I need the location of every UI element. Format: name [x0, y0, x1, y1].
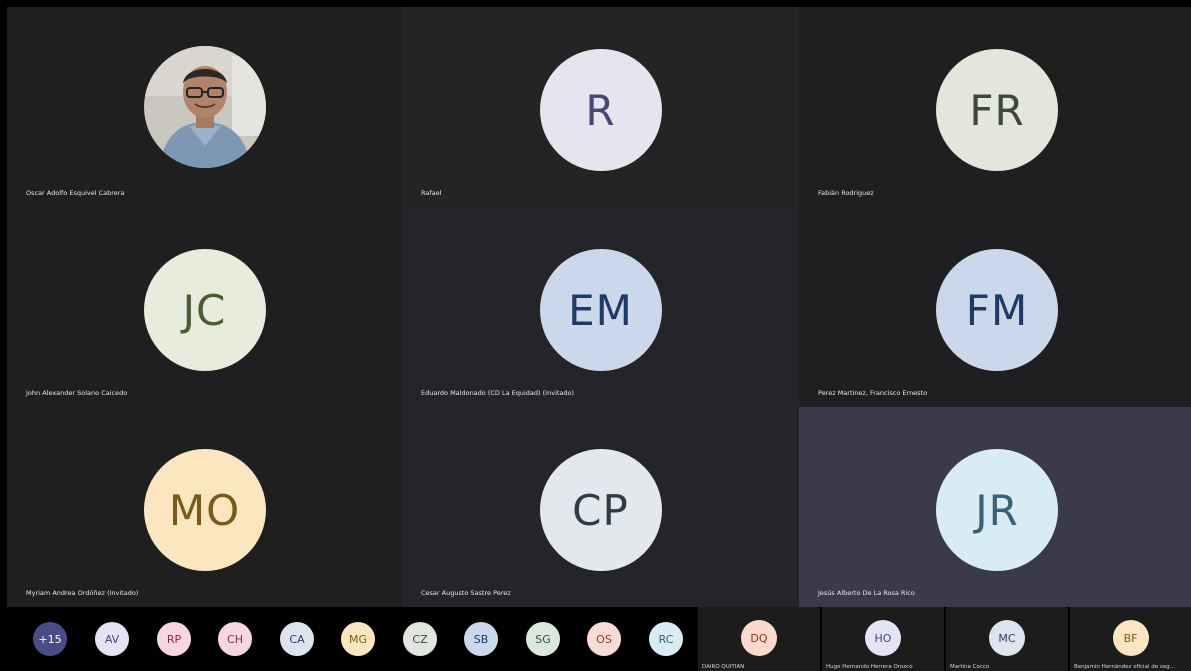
participant-avatar: MC	[989, 620, 1025, 656]
participant-video-photo	[143, 46, 266, 168]
participant-tile[interactable]: R Rafael	[402, 7, 799, 207]
participant-avatar: EM	[539, 249, 662, 371]
participant-avatar: CP	[539, 449, 662, 571]
participant-mini-tile[interactable]: DQ DAIRO QUITIAN	[698, 607, 820, 671]
participant-name: Benjamín Hernández oficial de seg...	[1074, 664, 1175, 670]
participant-mini-tile[interactable]: HO Hugo Hernando Herrera Orozco	[822, 607, 944, 671]
participant-mini-tile[interactable]: BF Benjamín Hernández oficial de seg...	[1070, 607, 1191, 671]
participant-tile[interactable]: JC John Alexander Solano Caicedo	[7, 207, 402, 407]
participant-name: Fabián Rodriguez	[818, 189, 874, 197]
participant-avatar: FR	[936, 49, 1058, 171]
participant-mini-tile[interactable]: MC Martina Cocco	[946, 607, 1068, 671]
participant-chip[interactable]: CA	[280, 622, 314, 656]
participant-avatar: HO	[865, 620, 901, 656]
participant-avatar: R	[539, 49, 662, 171]
participant-chip[interactable]: SB	[464, 622, 498, 656]
participant-chip[interactable]: CH	[218, 622, 252, 656]
participant-avatar: BF	[1112, 620, 1149, 656]
video-grid: Oscar Adolfo Esquivel Cabrera R Rafael F…	[7, 7, 1191, 607]
participant-name: John Alexander Solano Caicedo	[26, 389, 128, 397]
participant-strip: +15 AV RP CH CA MG CZ SB SG OS RC DQ DAI…	[0, 607, 1191, 671]
participant-name: Jesús Alberto De La Rosa Rico	[818, 589, 915, 597]
participant-avatar: JC	[143, 249, 266, 371]
participant-chip[interactable]: OS	[587, 622, 621, 656]
more-participants-chip[interactable]: +15	[33, 622, 67, 656]
participant-avatar: FM	[936, 249, 1058, 371]
participant-name: Perez Martinez, Francisco Ernesto	[818, 389, 928, 397]
participant-tile[interactable]: CP Cesar Augusto Sastre Perez	[402, 407, 799, 607]
participant-chip[interactable]: SG	[526, 622, 560, 656]
participant-chip[interactable]: AV	[95, 622, 129, 656]
meeting-stage: Oscar Adolfo Esquivel Cabrera R Rafael F…	[0, 0, 1191, 671]
participant-name: Rafael	[421, 189, 442, 197]
participant-tile[interactable]: Oscar Adolfo Esquivel Cabrera	[7, 7, 402, 207]
participant-chip[interactable]: MG	[341, 622, 375, 656]
participant-chip[interactable]: RC	[649, 622, 683, 656]
participant-tile[interactable]: FM Perez Martinez, Francisco Ernesto	[799, 207, 1191, 407]
participant-name: Myriam Andrea Ordóñez (Invitado)	[26, 589, 139, 597]
participant-name: Eduardo Maldonado (CD La Equidad) (Invit…	[421, 389, 575, 397]
participant-name: Cesar Augusto Sastre Perez	[421, 589, 511, 597]
participant-chip[interactable]: CZ	[403, 622, 437, 656]
participant-name: DAIRO QUITIAN	[702, 664, 745, 670]
participant-avatar: MO	[143, 449, 266, 571]
participant-name: Martina Cocco	[950, 664, 990, 670]
participant-tile[interactable]: FR Fabián Rodriguez	[799, 7, 1191, 207]
participant-tile[interactable]: MO Myriam Andrea Ordóñez (Invitado)	[7, 407, 402, 607]
participant-tile[interactable]: EM Eduardo Maldonado (CD La Equidad) (In…	[402, 207, 799, 407]
participant-name: Hugo Hernando Herrera Orozco	[826, 664, 913, 670]
participant-avatar: DQ	[741, 620, 777, 656]
participant-name: Oscar Adolfo Esquivel Cabrera	[26, 189, 125, 197]
participant-avatar: JR	[936, 449, 1058, 571]
participant-chip[interactable]: RP	[157, 622, 191, 656]
participant-tile-active-speaker[interactable]: JR Jesús Alberto De La Rosa Rico	[799, 407, 1191, 607]
